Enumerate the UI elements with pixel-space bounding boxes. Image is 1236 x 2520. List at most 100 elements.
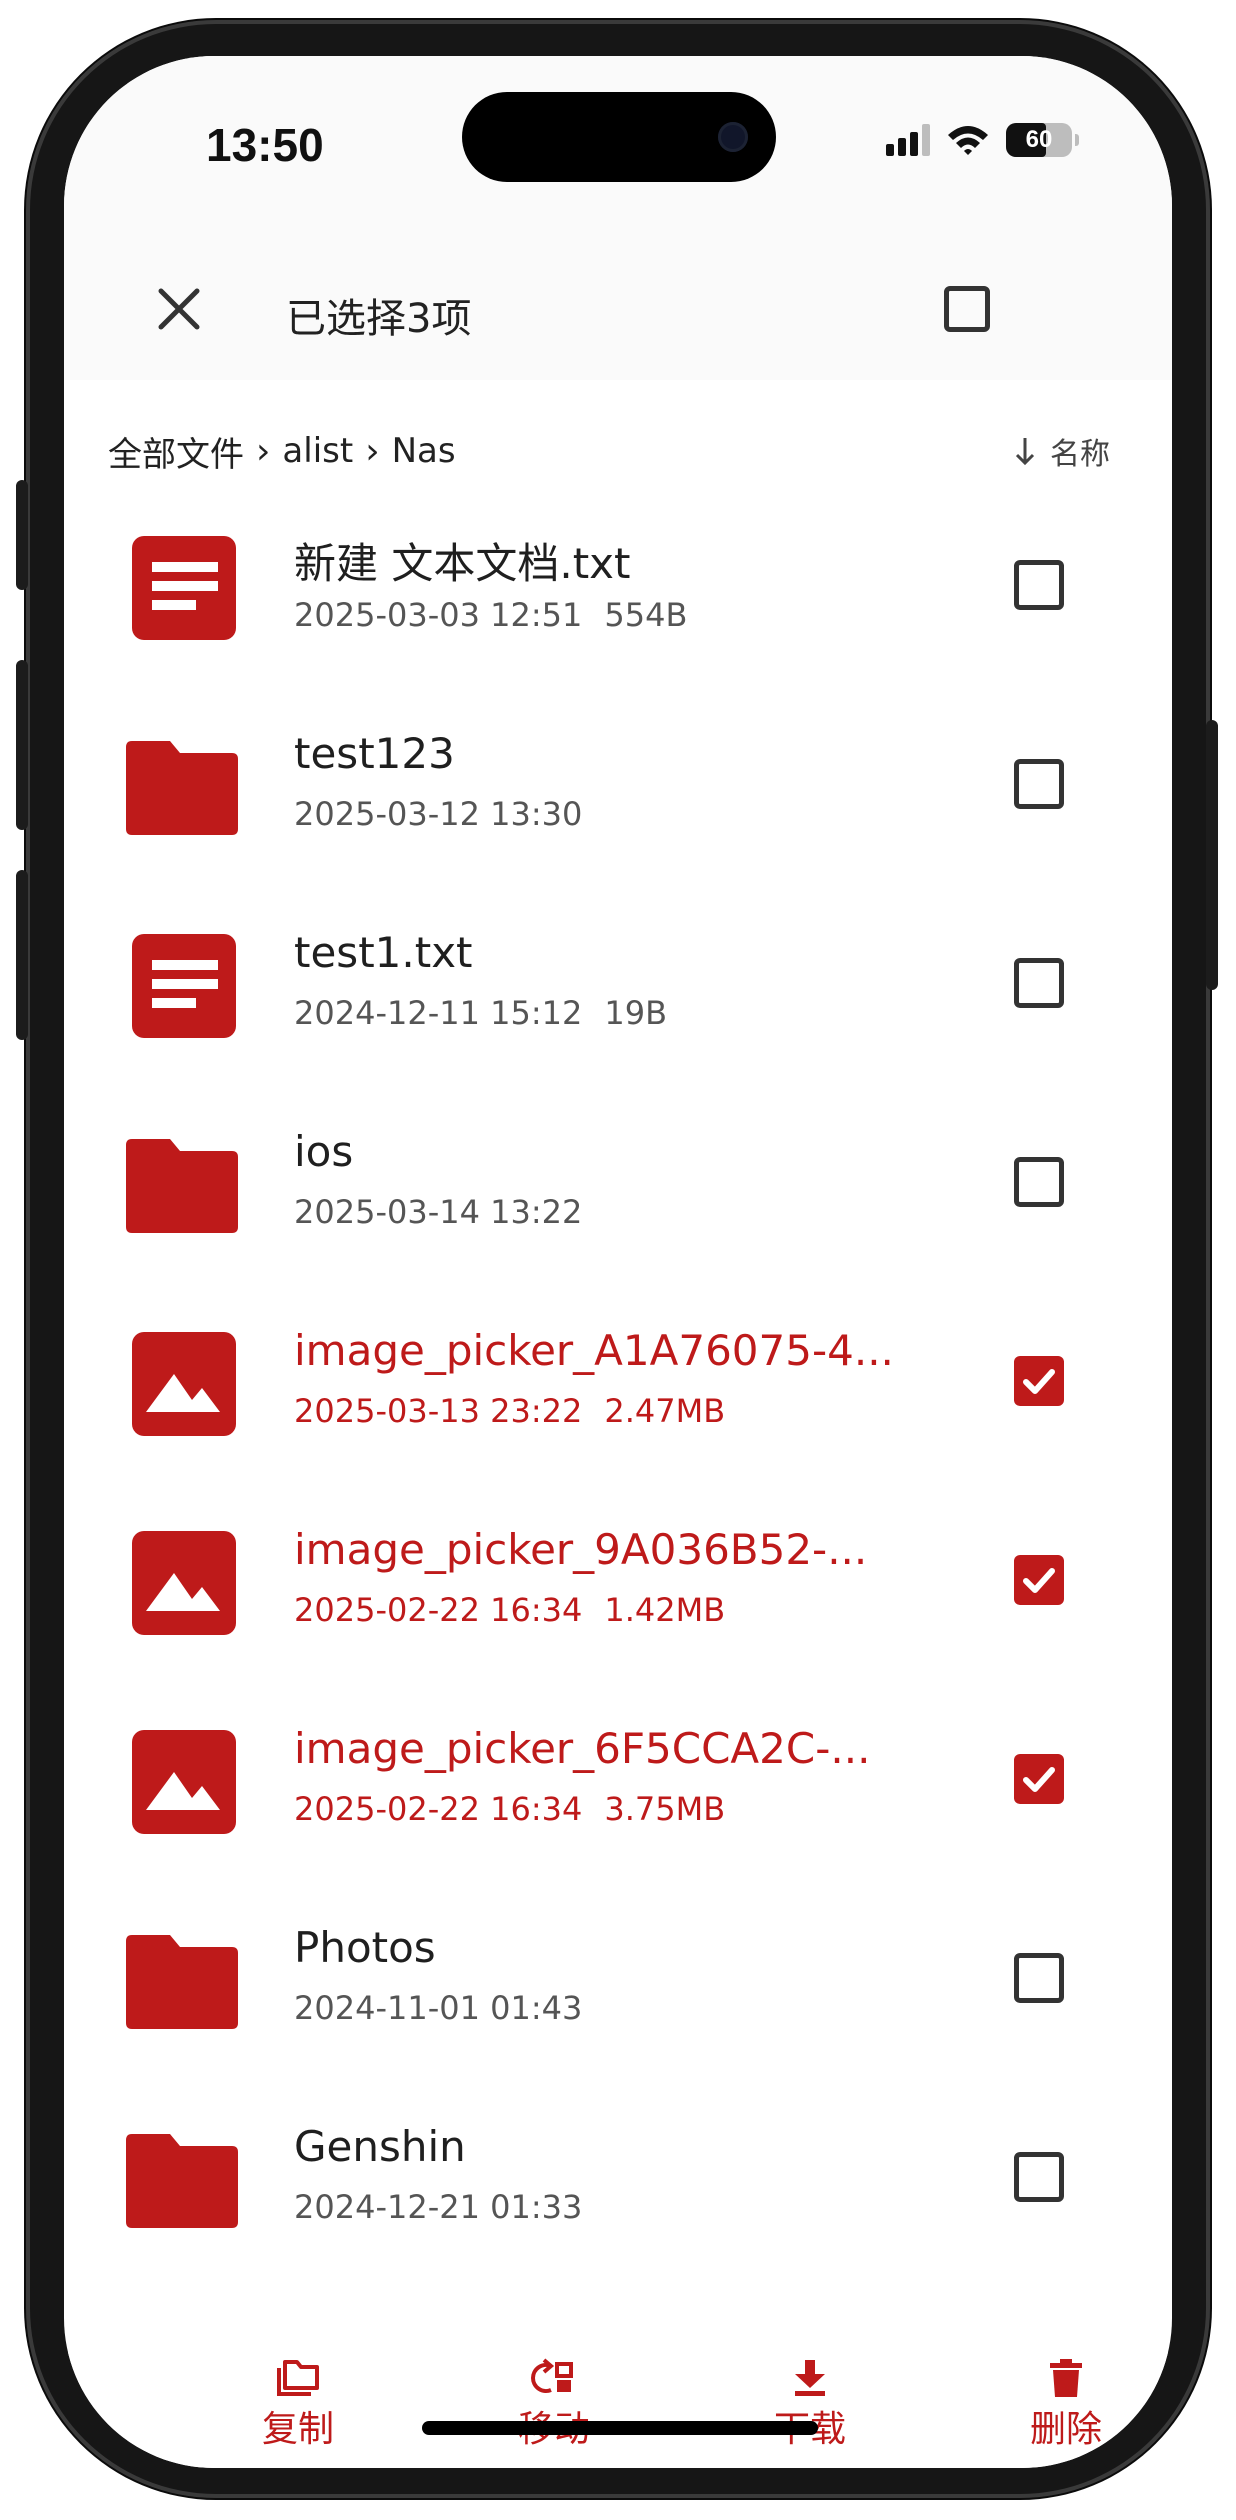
document-icon	[120, 924, 244, 1048]
file-size: 3.75MB	[604, 1790, 726, 1828]
status-time: 13:50	[206, 119, 324, 171]
header-region: 13:50 60 已选择3项	[64, 56, 1172, 380]
copy-icon	[277, 2360, 319, 2396]
dynamic-island	[462, 92, 776, 182]
download-button[interactable]: 下载	[740, 2352, 880, 2452]
folder-icon	[120, 725, 244, 849]
file-date: 2024-11-01 01:43	[294, 1989, 583, 2027]
file-meta: 2024-12-11 15:12 19B	[294, 994, 667, 1032]
file-date: 2025-03-14 13:22	[294, 1193, 583, 1231]
file-date: 2025-03-03 12:51	[294, 596, 583, 634]
file-row[interactable]: test1.txt 2024-12-11 15:12 19B	[64, 924, 1172, 1123]
file-checkbox[interactable]	[1014, 1356, 1064, 1406]
file-checkbox[interactable]	[1014, 1754, 1064, 1804]
image-icon	[120, 1322, 244, 1446]
copy-button[interactable]: 复制	[228, 2352, 368, 2452]
file-meta: 2025-03-13 23:22 2.47MB	[294, 1392, 725, 1430]
bottom-action-bar: 复制 移动 下载 删除	[64, 2352, 1172, 2468]
file-size: 1.42MB	[604, 1591, 726, 1629]
camera-icon	[718, 122, 748, 152]
file-date: 2025-03-13 23:22	[294, 1392, 583, 1430]
file-checkbox[interactable]	[1014, 1157, 1064, 1207]
sort-button[interactable]: 名称	[1014, 426, 1110, 476]
home-indicator	[422, 2421, 818, 2435]
copy-label: 复制	[261, 2409, 334, 2450]
file-date: 2025-02-22 16:34	[294, 1790, 583, 1828]
breadcrumb-item-nas[interactable]: Nas	[392, 431, 456, 471]
file-size: 19B	[604, 994, 668, 1032]
folder-icon	[120, 2118, 244, 2242]
move-icon	[531, 2358, 573, 2393]
check-icon	[1023, 1369, 1055, 1394]
file-row[interactable]: ios 2025-03-14 13:22	[64, 1123, 1172, 1322]
file-row[interactable]: image_picker_9A036B52-... 2025-02-22 16:3…	[64, 1521, 1172, 1720]
file-name: Photos	[294, 1923, 436, 1972]
action-button	[16, 480, 28, 590]
wifi-icon	[948, 126, 988, 155]
move-button[interactable]: 移动	[484, 2352, 624, 2452]
file-checkbox[interactable]	[1014, 958, 1064, 1008]
file-row[interactable]: Photos 2024-11-01 01:43	[64, 1919, 1172, 2118]
breadcrumb: 全部文件 › alist › Nas	[108, 426, 456, 476]
trash-icon	[1050, 2359, 1082, 2397]
file-row[interactable]: Genshin 2024-12-21 01:33	[64, 2118, 1172, 2317]
file-name: test1.txt	[294, 928, 473, 977]
file-row[interactable]: 新建 文本文档.txt 2025-03-03 12:51 554B	[64, 526, 1172, 725]
file-name: image_picker_6F5CCA2C-...	[294, 1724, 871, 1773]
file-size: 2.47MB	[604, 1392, 726, 1430]
check-icon	[1023, 1767, 1055, 1792]
file-name: image_picker_9A036B52-...	[294, 1525, 868, 1574]
file-row[interactable]: image_picker_A1A76075-4... 2025-03-13 23:…	[64, 1322, 1172, 1521]
file-meta: 2025-02-22 16:34 1.42MB	[294, 1591, 725, 1629]
file-row[interactable]: image_picker_6F5CCA2C-... 2025-02-22 16:3…	[64, 1720, 1172, 1919]
volume-up-button	[16, 660, 28, 830]
file-checkbox[interactable]	[1014, 1555, 1064, 1605]
file-meta: 2025-03-14 13:22	[294, 1193, 582, 1231]
chevron-right-icon: ›	[256, 430, 271, 472]
arrow-down-icon	[1015, 438, 1035, 466]
battery-level: 60	[1025, 126, 1053, 153]
file-date: 2025-02-22 16:34	[294, 1591, 583, 1629]
file-size: 554B	[604, 596, 688, 634]
breadcrumb-item-alist[interactable]: alist	[282, 431, 353, 471]
file-checkbox[interactable]	[1014, 560, 1064, 610]
selection-title: 已选择3项	[286, 296, 472, 342]
document-icon	[120, 526, 244, 650]
file-name: image_picker_A1A76075-4...	[294, 1326, 894, 1375]
cellular-signal-icon	[886, 124, 930, 156]
check-icon	[1023, 1568, 1055, 1593]
battery-icon: 60	[1006, 123, 1079, 157]
file-meta: 2025-03-03 12:51 554B	[294, 596, 687, 634]
select-all-checkbox[interactable]	[944, 286, 990, 332]
file-checkbox[interactable]	[1014, 1953, 1064, 2003]
file-date: 2024-12-21 01:33	[294, 2188, 583, 2226]
file-date: 2024-12-11 15:12	[294, 994, 583, 1032]
breadcrumb-item-root[interactable]: 全部文件	[108, 427, 244, 476]
status-icons: 60	[886, 120, 1079, 160]
screen: 13:50 60 已选择3项 全部文件 › alist › Nas 名称 新建 …	[64, 56, 1172, 2468]
file-date: 2025-03-12 13:30	[294, 795, 583, 833]
volume-down-button	[16, 870, 28, 1040]
file-name: ios	[294, 1127, 354, 1176]
file-name: test123	[294, 729, 455, 778]
image-icon	[120, 1521, 244, 1645]
file-meta: 2025-03-12 13:30	[294, 795, 582, 833]
file-row[interactable]: test123 2025-03-12 13:30	[64, 725, 1172, 924]
file-meta: 2024-11-01 01:43	[294, 1989, 582, 2027]
sort-label: 名称	[1050, 437, 1110, 472]
close-icon[interactable]	[144, 274, 214, 344]
file-meta: 2024-12-21 01:33	[294, 2188, 582, 2226]
image-icon	[120, 1720, 244, 1844]
file-checkbox[interactable]	[1014, 2152, 1064, 2202]
app-bar: 已选择3项	[64, 256, 1172, 376]
file-list: 新建 文本文档.txt 2025-03-03 12:51 554B test123 20…	[64, 526, 1172, 2317]
download-icon	[795, 2360, 825, 2396]
folder-icon	[120, 1919, 244, 2043]
file-meta: 2025-02-22 16:34 3.75MB	[294, 1790, 725, 1828]
file-checkbox[interactable]	[1014, 759, 1064, 809]
folder-icon	[120, 1123, 244, 1247]
delete-label: 删除	[1029, 2409, 1102, 2450]
file-name: 新建 文本文档.txt	[294, 539, 631, 588]
file-name: Genshin	[294, 2122, 466, 2171]
delete-button[interactable]: 删除	[996, 2352, 1136, 2452]
